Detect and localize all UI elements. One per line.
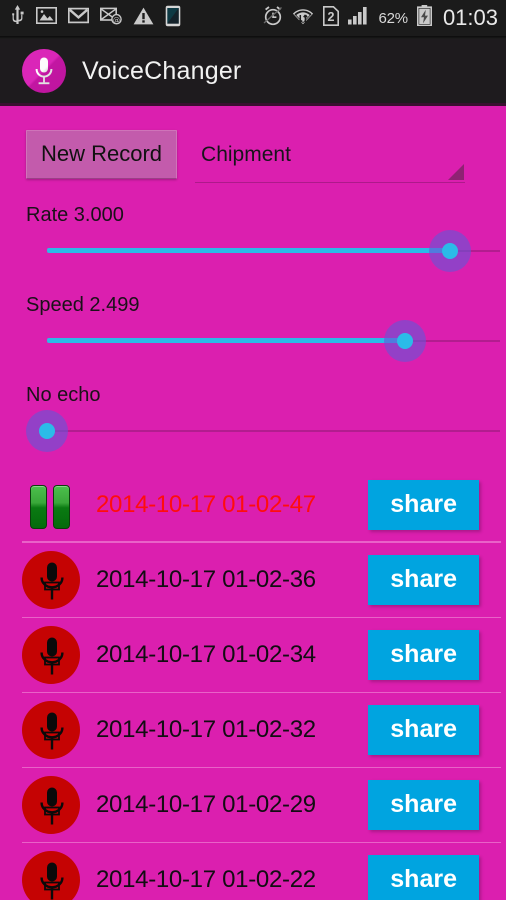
phone-icon — [165, 5, 181, 32]
microphone-icon[interactable] — [22, 775, 80, 834]
recording-name: 2014-10-17 01-02-22 — [96, 865, 316, 893]
share-button[interactable]: share — [368, 704, 479, 755]
microphone-icon[interactable] — [22, 850, 80, 900]
echo-slider-thumb[interactable] — [26, 410, 68, 452]
microphone-icon[interactable] — [22, 550, 80, 609]
app-title: VoiceChanger — [82, 56, 242, 85]
battery-percent-label: 62% — [378, 9, 409, 27]
share-button[interactable]: share — [368, 629, 479, 680]
gmail-icon — [67, 7, 90, 29]
signal-bars-icon — [347, 6, 370, 30]
spinner-dropdown-triangle-icon — [448, 164, 465, 180]
share-button[interactable]: share — [368, 479, 479, 530]
svg-text:@: @ — [113, 16, 120, 24]
status-bar-clock: 01:03 — [442, 5, 498, 30]
sim-slot-number: 2 — [327, 10, 334, 24]
status-bar-left-icons: @ — [10, 5, 181, 32]
battery-charging-icon — [416, 5, 432, 31]
share-button[interactable]: share — [368, 554, 479, 605]
sliders-group: Rate 3.000 Speed 2.499 No echo — [0, 205, 506, 453]
speed-slider-thumb[interactable] — [383, 320, 426, 362]
gallery-image-icon — [36, 7, 57, 29]
share-button[interactable]: share — [368, 854, 479, 900]
wifi-transfer-icon — [292, 6, 314, 30]
table-row[interactable]: 2014-10-17 01-02-36 share — [0, 542, 506, 617]
echo-slider-track — [47, 430, 500, 432]
pause-bar-right — [53, 484, 70, 529]
rate-slider-label: Rate 3.000 — [26, 204, 124, 226]
rate-slider[interactable] — [47, 229, 500, 273]
recordings-list: 2014-10-17 01-02-47 share 2014-10-17 01-… — [0, 467, 506, 900]
echo-slider-label: No echo — [26, 384, 101, 406]
warning-triangle-icon — [133, 7, 154, 30]
rate-slider-thumb[interactable] — [429, 230, 472, 272]
controls-panel: New Record Chipment Rate 3.000 Speed 2.4… — [0, 106, 506, 453]
table-row[interactable]: 2014-10-17 01-02-47 share — [0, 467, 506, 542]
table-row[interactable]: 2014-10-17 01-02-29 share — [0, 767, 506, 842]
pause-icon[interactable] — [22, 476, 80, 534]
app-screen: @ 2 62% 01:03 VoiceChanger New Record Ch… — [0, 0, 506, 900]
effect-spinner-value: Chipment — [201, 143, 291, 166]
recording-name: 2014-10-17 01-02-32 — [96, 715, 316, 743]
app-bar: VoiceChanger — [0, 39, 506, 103]
rate-slider-fill — [47, 248, 451, 253]
echo-slider[interactable] — [26, 409, 500, 453]
speed-slider-label: Speed 2.499 — [26, 294, 140, 316]
microphone-logo-icon — [22, 49, 66, 93]
new-record-button[interactable]: New Record — [26, 130, 178, 179]
status-bar: @ 2 62% 01:03 — [0, 0, 506, 36]
pause-bar-left — [30, 484, 47, 529]
recording-name: 2014-10-17 01-02-34 — [96, 640, 316, 668]
microphone-icon[interactable] — [22, 700, 80, 759]
table-row[interactable]: 2014-10-17 01-02-22 share — [0, 842, 506, 900]
effect-spinner[interactable]: Chipment — [195, 130, 466, 183]
microphone-icon[interactable] — [22, 625, 80, 684]
usb-icon — [10, 5, 25, 31]
status-bar-right-icons: 2 62% 01:03 — [263, 5, 498, 31]
sim-2-icon: 2 — [322, 5, 339, 31]
recording-name: 2014-10-17 01-02-47 — [96, 490, 316, 518]
top-controls-row: New Record Chipment — [0, 106, 506, 183]
recording-name: 2014-10-17 01-02-36 — [96, 565, 316, 593]
recording-name: 2014-10-17 01-02-29 — [96, 790, 316, 818]
speed-slider-fill — [47, 338, 405, 343]
alarm-clock-icon — [263, 5, 283, 31]
table-row[interactable]: 2014-10-17 01-02-32 share — [0, 692, 506, 767]
share-button[interactable]: share — [368, 779, 479, 830]
speed-slider[interactable] — [47, 319, 500, 363]
table-row[interactable]: 2014-10-17 01-02-34 share — [0, 617, 506, 692]
email-at-icon: @ — [100, 7, 122, 30]
